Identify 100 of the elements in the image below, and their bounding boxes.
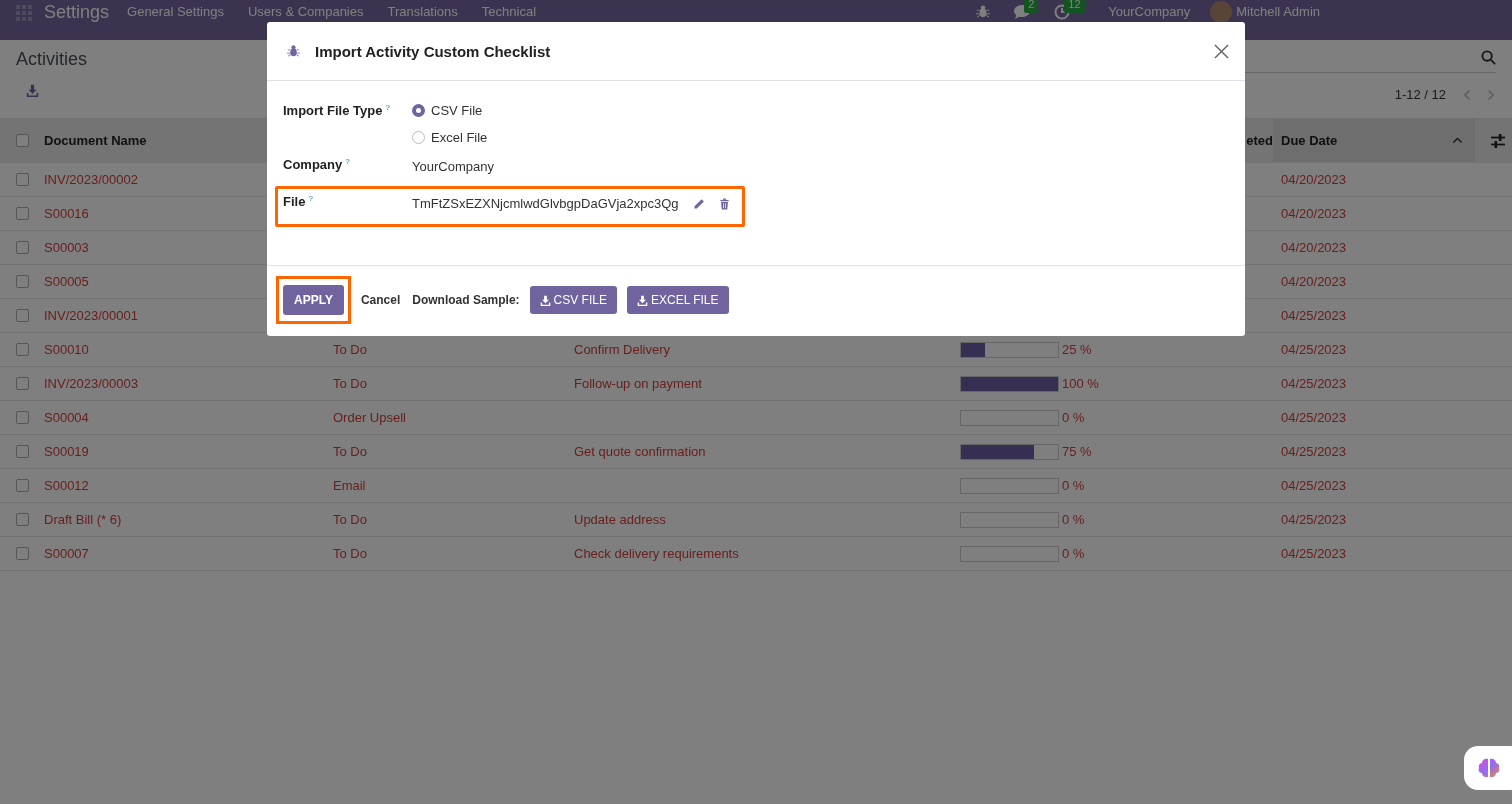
app-title[interactable]: Settings [44, 3, 110, 21]
table-cell: S00004 [44, 410, 89, 425]
menu-item[interactable]: Translations [387, 4, 458, 20]
file-name: TmFtZSxEZXNjcmlwdGlvbgpDaGVja2xpc3Qg [412, 196, 679, 211]
company-switcher[interactable]: YourCompany [1108, 4, 1191, 20]
table-cell: 04/20/2023 [1281, 206, 1347, 221]
search-icon[interactable] [1481, 49, 1496, 65]
user-name[interactable]: Mitchell Admin [1236, 4, 1320, 20]
avatar[interactable] [1210, 1, 1233, 23]
sort-caret-icon[interactable] [1452, 135, 1463, 146]
download-sample-button[interactable]: CSV FILE [529, 286, 617, 314]
table-cell: S00005 [44, 274, 89, 289]
row-checkbox[interactable] [16, 513, 29, 526]
progress-value: 0 % [1062, 512, 1085, 527]
row-checkbox[interactable] [16, 445, 29, 458]
download-icon [636, 294, 648, 306]
column-header[interactable]: Due Date [1281, 133, 1338, 148]
radio-button[interactable] [412, 131, 425, 144]
pager-value[interactable]: 1-12 / 12 [1394, 87, 1446, 102]
table-cell: 04/25/2023 [1281, 512, 1347, 527]
table-cell: 04/25/2023 [1281, 410, 1347, 425]
table-cell: Follow-up on payment [574, 376, 702, 391]
column-settings-icon[interactable] [1491, 133, 1505, 148]
menu-item[interactable]: Technical [481, 4, 537, 20]
help-mark[interactable]: ? [345, 157, 350, 166]
download-icon [26, 84, 39, 97]
bug-icon [287, 44, 300, 58]
download-button[interactable] [26, 84, 39, 97]
table-cell: 04/25/2023 [1281, 444, 1347, 459]
table-cell: To Do [333, 512, 367, 527]
cancel-button[interactable]: Cancel [360, 293, 401, 307]
field-label: File [283, 194, 306, 209]
field-value: YourCompany [412, 159, 494, 174]
row-checkbox[interactable] [16, 241, 29, 254]
select-all-checkbox[interactable] [16, 134, 29, 147]
row-checkbox[interactable] [16, 377, 29, 390]
field-label: Company [283, 157, 343, 172]
table-cell: To Do [333, 546, 367, 561]
table-cell: S00012 [44, 478, 89, 493]
brain-icon [1477, 757, 1501, 779]
row-checkbox[interactable] [16, 309, 29, 322]
column-header[interactable]: Document Name [44, 133, 147, 148]
progress-value: 75 % [1062, 444, 1092, 459]
assistant-button[interactable] [1464, 746, 1512, 790]
bug-icon[interactable] [976, 4, 991, 19]
progress-value: 25 % [1062, 342, 1092, 357]
table-cell: 04/20/2023 [1281, 240, 1347, 255]
table-cell: Check delivery requirements [574, 546, 739, 561]
row-checkbox[interactable] [16, 547, 29, 560]
table-cell: S00019 [44, 444, 89, 459]
menu-item[interactable]: General Settings [127, 4, 224, 20]
table-cell: To Do [333, 376, 367, 391]
menu-item[interactable]: Users & Companies [247, 4, 364, 20]
table-cell: Email [333, 478, 366, 493]
clock-icon[interactable] [1054, 4, 1071, 20]
trash-icon[interactable] [718, 197, 730, 210]
help-mark[interactable]: ? [308, 194, 313, 203]
column-header[interactable]: eted [1246, 133, 1273, 148]
table-cell: 04/25/2023 [1281, 478, 1347, 493]
table-cell: INV/2023/00003 [44, 376, 138, 391]
apply-button[interactable]: APPLY [283, 285, 344, 315]
close-icon[interactable] [1214, 43, 1229, 59]
help-mark[interactable]: ? [385, 103, 390, 112]
option-label[interactable]: CSV File [431, 103, 483, 118]
table-cell: 04/25/2023 [1281, 376, 1347, 391]
row-checkbox[interactable] [16, 207, 29, 220]
row-checkbox[interactable] [16, 173, 29, 186]
count-badge: 12 [1064, 0, 1085, 13]
table-cell: S00003 [44, 240, 89, 255]
table-cell: INV/2023/00001 [44, 308, 138, 323]
row-checkbox[interactable] [16, 343, 29, 356]
download-icon [539, 294, 551, 306]
field-label: Import File Type [283, 103, 383, 118]
dialog-title: Import Activity Custom Checklist [315, 42, 551, 60]
progress-value: 0 % [1062, 546, 1085, 561]
table-cell: Get quote confirmation [574, 444, 706, 459]
pencil-icon[interactable] [692, 197, 705, 210]
option-label[interactable]: Excel File [431, 130, 488, 145]
page-title: Activities [16, 49, 87, 70]
row-checkbox[interactable] [16, 479, 29, 492]
progress-value: 0 % [1062, 478, 1085, 493]
table-cell: To Do [333, 342, 367, 357]
download-label: Download Sample: [412, 293, 520, 307]
table-cell: S00007 [44, 546, 89, 561]
progress-value: 0 % [1062, 410, 1085, 425]
table-cell: To Do [333, 444, 367, 459]
download-sample-button[interactable]: EXCEL FILE [626, 286, 729, 314]
table-cell: 04/20/2023 [1281, 172, 1347, 187]
table-cell: INV/2023/00002 [44, 172, 138, 187]
row-checkbox[interactable] [16, 411, 29, 424]
row-checkbox[interactable] [16, 275, 29, 288]
table-cell: Order Upsell [333, 410, 406, 425]
radio-button[interactable] [412, 104, 425, 117]
table-cell: 04/20/2023 [1281, 274, 1347, 289]
table-cell: Update address [574, 512, 666, 527]
table-cell: Confirm Delivery [574, 342, 671, 357]
table-cell: S00010 [44, 342, 89, 357]
table-cell: 04/25/2023 [1281, 308, 1347, 323]
table-cell: S00016 [44, 206, 89, 221]
table-cell: Draft Bill (* 6) [44, 512, 122, 527]
